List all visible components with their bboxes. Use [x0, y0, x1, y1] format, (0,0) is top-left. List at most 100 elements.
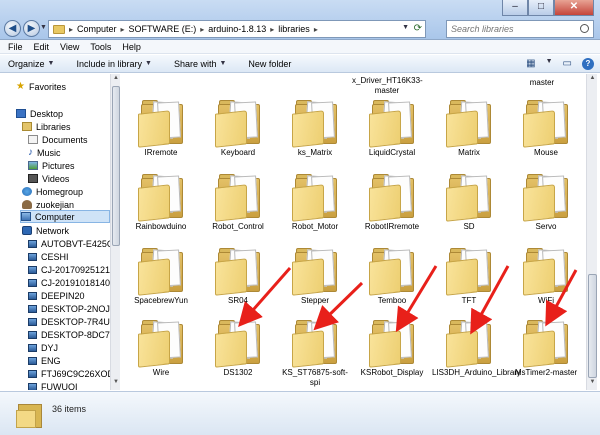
- nav-videos[interactable]: Videos: [28, 172, 69, 185]
- folder-label: Stepper: [300, 296, 330, 305]
- organize-button[interactable]: Organize ▼: [8, 59, 54, 69]
- nav-network-item[interactable]: CJ-20191018140​4: [28, 276, 115, 289]
- close-button[interactable]: ✕: [554, 0, 594, 16]
- folder-item[interactable]: IRremote: [124, 96, 198, 158]
- back-button[interactable]: ◀: [4, 20, 21, 37]
- nav-network-item[interactable]: CESHI: [28, 250, 69, 263]
- chevron-down-icon[interactable]: ▼: [546, 58, 553, 70]
- folder-item[interactable]: Robot_Motor: [278, 170, 352, 232]
- nav-scroll-thumb[interactable]: [112, 86, 120, 246]
- scroll-up-icon[interactable]: ▲: [112, 75, 120, 85]
- preview-pane-icon[interactable]: ▭: [563, 58, 572, 70]
- pc-icon: [28, 343, 37, 352]
- breadcrumb-separator-icon[interactable]: ▸: [121, 25, 125, 34]
- user-folder-icon: [22, 200, 32, 209]
- search-input[interactable]: [451, 24, 577, 34]
- folder-item[interactable]: DS1302: [201, 316, 275, 378]
- menu-view[interactable]: View: [60, 42, 79, 52]
- include-in-library-button[interactable]: Include in library ▼: [76, 59, 151, 69]
- folder-item[interactable]: KS_ST76875-soft-spi: [278, 316, 352, 388]
- pc-icon: [28, 317, 37, 326]
- share-with-button[interactable]: Share with ▼: [174, 59, 226, 69]
- folder-item[interactable]: Matrix: [432, 96, 506, 158]
- folder-item[interactable]: Mouse: [509, 96, 583, 158]
- nav-libraries[interactable]: Libraries: [22, 120, 71, 133]
- search-icon[interactable]: [580, 24, 589, 33]
- breadcrumb-arduino[interactable]: arduino-1.8.13: [208, 24, 266, 34]
- folder-icon: [292, 316, 338, 368]
- help-icon[interactable]: ?: [582, 58, 594, 70]
- nav-network-item[interactable]: DESKTOP-2NOJK2H: [28, 302, 120, 315]
- folder-item[interactable]: TFT: [432, 244, 506, 306]
- nav-desktop[interactable]: Desktop: [16, 107, 63, 120]
- folder-label: SR04: [227, 296, 248, 305]
- minimize-button[interactable]: –: [502, 0, 528, 16]
- folder-item[interactable]: SR04: [201, 244, 275, 306]
- folder-item[interactable]: ks_Matrix: [278, 96, 352, 158]
- folder-item[interactable]: WiFi: [509, 244, 583, 306]
- nav-label: Favorites: [28, 81, 66, 92]
- nav-network[interactable]: Network: [22, 224, 69, 237]
- nav-homegroup[interactable]: Homegroup: [22, 185, 83, 198]
- nav-network-item[interactable]: DESKTOP-7R4ULN: [28, 315, 120, 328]
- scroll-down-icon[interactable]: ▼: [588, 379, 597, 389]
- content-scrollbar[interactable]: ▲ ▼: [586, 74, 597, 390]
- address-bar[interactable]: ▸ Computer ▸ SOFTWARE (E:) ▸ arduino-1.8…: [48, 20, 426, 38]
- menu-file[interactable]: File: [8, 42, 23, 52]
- folder-item-partial[interactable]: master: [505, 76, 579, 90]
- refresh-icon[interactable]: ⟳: [414, 23, 422, 34]
- recent-pages-dropdown-icon[interactable]: ▼: [40, 24, 47, 31]
- nav-network-item[interactable]: FTJ69C9C26XOD05: [28, 367, 120, 380]
- nav-scrollbar[interactable]: ▲ ▼: [110, 74, 120, 390]
- nav-network-item[interactable]: DESKTOP-8DC71VT: [28, 328, 120, 341]
- nav-network-item[interactable]: FUWUQI: [28, 380, 78, 390]
- nav-documents[interactable]: Documents: [28, 133, 88, 146]
- nav-network-item[interactable]: CJ-201709251211: [28, 263, 114, 276]
- breadcrumb-separator-icon[interactable]: ▸: [200, 25, 204, 34]
- forward-button[interactable]: ▶: [23, 20, 40, 37]
- breadcrumb-separator-icon[interactable]: ▸: [314, 25, 318, 34]
- pc-icon: [28, 356, 37, 365]
- nav-label: Computer: [35, 211, 75, 222]
- folder-item[interactable]: Servo: [509, 170, 583, 232]
- breadcrumb-computer[interactable]: Computer: [77, 24, 117, 34]
- folder-item[interactable]: Stepper: [278, 244, 352, 306]
- folder-item[interactable]: KSRobot_Display: [355, 316, 429, 378]
- nav-network-item[interactable]: DEEPIN20: [28, 289, 85, 302]
- new-folder-button[interactable]: New folder: [248, 59, 291, 69]
- breadcrumb-separator-icon[interactable]: ▸: [270, 25, 274, 34]
- nav-network-item[interactable]: DYJ: [28, 341, 58, 354]
- folder-item[interactable]: LiquidCrystal: [355, 96, 429, 158]
- nav-network-item[interactable]: AUTOBVT-E425OB5: [28, 237, 120, 250]
- nav-computer[interactable]: Computer: [20, 210, 110, 223]
- folder-item[interactable]: RobotIRremote: [355, 170, 429, 232]
- folder-item[interactable]: SD: [432, 170, 506, 232]
- menu-help[interactable]: Help: [122, 42, 141, 52]
- content-scroll-thumb[interactable]: [588, 274, 597, 378]
- folder-item[interactable]: Robot_Control: [201, 170, 275, 232]
- breadcrumb-libraries[interactable]: libraries: [278, 24, 310, 34]
- folder-item[interactable]: Keyboard: [201, 96, 275, 158]
- address-dropdown-icon[interactable]: ▼: [402, 24, 409, 31]
- folder-item[interactable]: LIS3DH_Arduino_Library: [432, 316, 521, 378]
- folder-item[interactable]: Wire: [124, 316, 198, 378]
- breadcrumb-drive[interactable]: SOFTWARE (E:): [129, 24, 197, 34]
- search-box[interactable]: [446, 20, 594, 38]
- folder-item[interactable]: MsTimer2-master: [509, 316, 583, 378]
- change-view-icon[interactable]: ▦: [526, 58, 535, 70]
- folder-item[interactable]: Temboo: [355, 244, 429, 306]
- nav-music[interactable]: ♪ Music: [28, 146, 61, 159]
- folder-item[interactable]: SpacebrewYun: [124, 244, 198, 306]
- maximize-button[interactable]: □: [528, 0, 554, 16]
- menu-tools[interactable]: Tools: [90, 42, 111, 52]
- item-count: 36 items: [52, 404, 87, 414]
- scroll-down-icon[interactable]: ▼: [112, 379, 120, 389]
- scroll-up-icon[interactable]: ▲: [588, 75, 597, 85]
- nav-favorites[interactable]: ★ Favorites: [16, 80, 66, 93]
- nav-network-item[interactable]: ENG: [28, 354, 61, 367]
- folder-icon: [138, 244, 184, 296]
- nav-pictures[interactable]: Pictures: [28, 159, 75, 172]
- breadcrumb-separator-icon[interactable]: ▸: [69, 25, 73, 34]
- menu-edit[interactable]: Edit: [34, 42, 50, 52]
- folder-item[interactable]: Rainbowduino: [124, 170, 198, 232]
